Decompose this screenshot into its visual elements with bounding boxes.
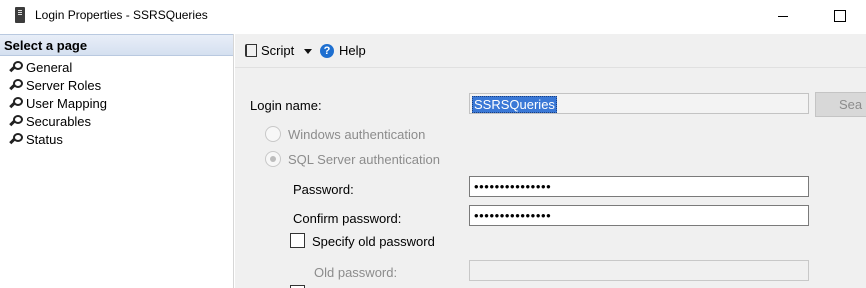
sidebar-item-user-mapping[interactable]: User Mapping [0, 94, 233, 112]
sql-auth-radio[interactable] [265, 151, 281, 167]
wrench-icon [8, 133, 23, 145]
confirm-password-value: ••••••••••••••• [474, 208, 552, 223]
sidebar-item-status[interactable]: Status [0, 130, 233, 148]
wrench-icon [8, 97, 23, 109]
sidebar-item-label: General [26, 59, 73, 75]
password-input[interactable]: ••••••••••••••• [469, 176, 809, 197]
minimize-button[interactable] [770, 9, 796, 23]
windows-auth-label: Windows authentication [288, 127, 426, 142]
sidebar-item-securables[interactable]: Securables [0, 112, 233, 130]
maximize-button[interactable] [826, 9, 852, 23]
sidebar-item-general[interactable]: General [0, 58, 233, 76]
old-password-label: Old password: [314, 265, 398, 280]
sidebar-item-label: Server Roles [26, 77, 102, 93]
help-button[interactable]: Help [339, 43, 366, 58]
login-name-input[interactable]: SSRSQueries [469, 93, 809, 114]
sidebar-item-label: User Mapping [26, 95, 107, 111]
select-page-header: Select a page [0, 34, 233, 56]
select-page-panel: Select a page General Server Roles User … [0, 34, 234, 288]
general-page: Script ? Help Login name: SSRSQueries Se… [235, 34, 866, 288]
confirm-password-input[interactable]: ••••••••••••••• [469, 205, 809, 226]
script-button[interactable]: Script [261, 43, 294, 58]
old-password-input[interactable] [469, 260, 809, 281]
toolbar: Script ? Help [235, 34, 866, 68]
title-bar: Login Properties - SSRSQueries [0, 0, 866, 32]
wrench-icon [8, 115, 23, 127]
script-icon[interactable] [243, 44, 257, 57]
sidebar-item-label: Status [26, 131, 63, 147]
search-button[interactable]: Sea [815, 92, 866, 117]
specify-old-password-label: Specify old password [312, 234, 435, 249]
sql-auth-label: SQL Server authentication [288, 152, 440, 167]
wrench-icon [8, 61, 23, 73]
confirm-password-label: Confirm password: [293, 211, 402, 226]
login-name-value: SSRSQueries [472, 96, 557, 113]
wrench-icon [8, 79, 23, 91]
login-name-label: Login name: [250, 98, 322, 113]
chevron-down-icon[interactable] [304, 49, 312, 54]
sidebar-item-label: Securables [26, 113, 92, 129]
server-icon [15, 7, 25, 23]
password-value: ••••••••••••••• [474, 179, 552, 194]
window-title: Login Properties - SSRSQueries [35, 8, 208, 22]
password-label: Password: [293, 182, 354, 197]
specify-old-password-checkbox[interactable] [290, 233, 305, 248]
windows-auth-radio[interactable] [265, 126, 281, 142]
sidebar-item-server-roles[interactable]: Server Roles [0, 76, 233, 94]
page-list: General Server Roles User Mapping Secura… [0, 56, 233, 148]
help-icon[interactable]: ? [320, 44, 334, 58]
